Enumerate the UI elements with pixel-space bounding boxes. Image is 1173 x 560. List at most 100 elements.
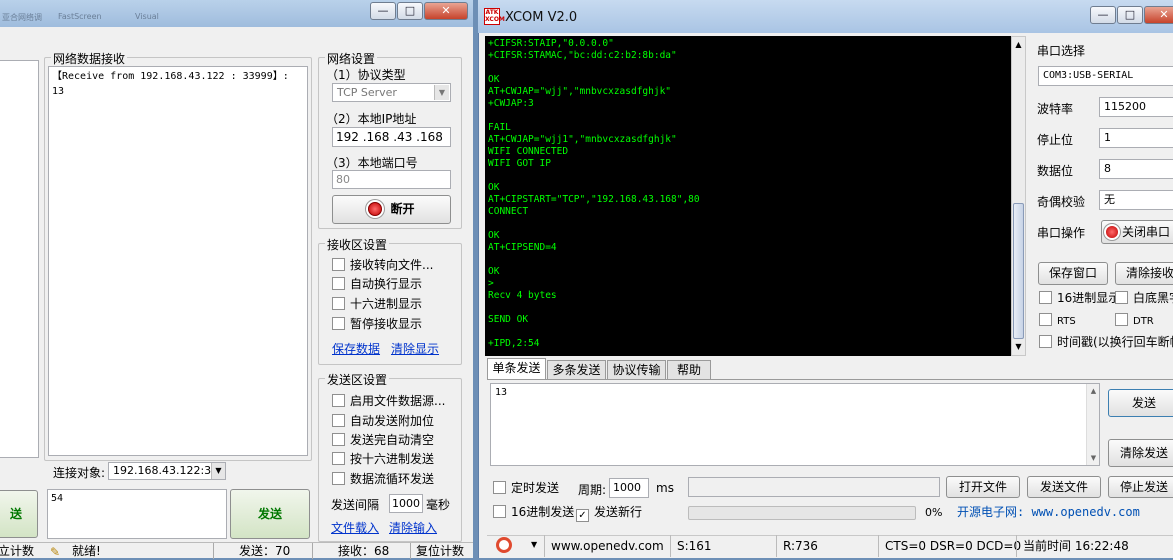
recv-option-hex[interactable]: 十六进制显示 [332,297,422,311]
ip-label: （2）本地IP地址 [326,112,417,126]
baud-select[interactable]: 115200 [1099,97,1173,117]
received-data-area[interactable]: 【Receive from 192.168.43.122 : 33999】: 1… [48,66,308,456]
checkbox-icon [332,297,345,310]
clear-input-link[interactable]: 清除输入 [389,519,437,536]
terminal-scrollbar[interactable]: ▲ ▼ [1011,36,1026,356]
tab-protocol[interactable]: 协议传输 [607,360,666,379]
close-port-button[interactable]: 关闭串口 [1101,220,1173,244]
send-option-loop[interactable]: 数据流循环发送 [332,472,434,486]
tab-multi-send[interactable]: 多条发送 [547,360,606,379]
recv-option-pause[interactable]: 暂停接收显示 [332,317,422,331]
maximize-button[interactable]: □ [397,2,423,20]
status-sent: S:161 [670,535,774,557]
scroll-up-icon[interactable]: ▲ [1012,37,1025,53]
send-option-hex[interactable]: 按十六进制发送 [332,452,434,466]
dtr-checkbox[interactable]: DTR [1115,313,1154,329]
disconnect-button[interactable]: 断开 [332,195,451,224]
terminal-line: OK [488,266,500,277]
scroll-up-icon[interactable]: ▲ [1087,384,1100,398]
status-recv-count: 接收：68 [312,543,410,559]
checkbox-icon [1115,313,1128,326]
checkbox-icon [332,452,345,465]
left-title-fragment-2: FastScreen [58,12,102,21]
stop-send-button[interactable]: 停止发送 [1108,476,1173,498]
recv-option-file[interactable]: 接收转向文件... [332,258,433,272]
checkbox-icon [332,414,345,427]
xcom-maximize-button[interactable]: □ [1117,6,1143,24]
chevron-down-icon[interactable]: ▼ [531,540,537,549]
clear-display-link[interactable]: 清除显示 [391,340,439,357]
minimize-button[interactable]: — [370,2,396,20]
reset-count-button[interactable]: 复位计数 [410,543,473,559]
send-button[interactable]: 发送 [230,489,310,539]
left-title-fragment-1: 亚合网络调 [2,13,42,22]
send-input[interactable]: 54 [47,489,227,539]
terminal-line: CONNECT [488,206,529,217]
checkbox-icon [332,394,345,407]
ip-field[interactable]: 192 .168 .43 .168 [332,127,451,147]
timestamp-checkbox[interactable]: 时间戳(以换行回车断帧) [1039,335,1173,349]
rts-label: RTS [1057,316,1076,327]
send-newline-label: 发送新行 [594,505,643,519]
xcom-minimize-button[interactable]: — [1090,6,1116,24]
checkbox-icon [1039,313,1052,326]
send-option-label: 自动发送附加位 [350,414,435,428]
send-settings-title: 发送区设置 [325,371,390,388]
receive-terminal[interactable]: +CIFSR:STAIP,"0.0.0.0" +CIFSR:STAMAC,"bc:… [485,36,1011,356]
clear-recv-button[interactable]: 清除接收 [1115,262,1173,285]
send-option-append[interactable]: 自动发送附加位 [332,414,434,428]
status-url[interactable]: www.openedv.com [544,535,668,557]
left-title-bar: 亚合网络调 FastScreen Visual — □ ✕ [0,0,473,27]
save-window-button[interactable]: 保存窗口 [1038,262,1108,285]
send-option-autoclear[interactable]: 发送完自动清空 [332,433,434,447]
open-file-button[interactable]: 打开文件 [946,476,1020,498]
settings-gear-icon[interactable] [496,537,512,553]
atk-logo: ATK XCOM [484,8,505,25]
protocol-select[interactable]: TCP Server ▼ [332,83,451,102]
scroll-thumb[interactable] [1013,203,1024,339]
xcom-send-input[interactable]: 13 [490,383,1100,466]
terminal-line: +CIFSR:STAMAC,"bc:dd:c2:b2:8b:da" [488,50,677,61]
checkbox-icon [332,472,345,485]
recv-option-label: 接收转向文件... [350,258,434,272]
interval-field[interactable]: 1000 [389,494,423,513]
parity-select[interactable]: 无 [1099,190,1173,210]
connect-target-select[interactable]: 192.168.43.122:339 ▼ [108,462,226,480]
checkbox-icon [1039,291,1052,304]
terminal-line: SEND OK [488,314,529,325]
file-load-link[interactable]: 文件载入 [331,519,379,536]
white-black-checkbox[interactable]: 白底黑字 [1115,291,1173,305]
file-path-field[interactable] [688,477,940,497]
clear-send-button[interactable]: 清除发送 [1108,439,1173,467]
net-assistant-window: 亚合网络调 FastScreen Visual — □ ✕ 网络数据接收 【Re… [0,0,473,559]
send-input-scrollbar[interactable]: ▲ ▼ [1086,384,1099,465]
close-button[interactable]: ✕ [424,2,468,20]
timed-send-checkbox[interactable]: 定时发送 [493,481,559,495]
port-field[interactable]: 80 [332,170,451,189]
left-partial-send-button[interactable]: 送 [0,490,38,538]
send-option-file[interactable]: 启用文件数据源... [332,394,445,408]
status-time: 当前时间 16:22:48 [1016,535,1173,557]
save-data-link[interactable]: 保存数据 [332,340,380,357]
period-field[interactable]: 1000 [609,478,649,498]
stop-bits-select[interactable]: 1 [1099,128,1173,148]
scroll-down-icon[interactable]: ▼ [1012,339,1025,355]
port-select[interactable]: COM3:USB-SERIAL [1038,66,1173,86]
interval-unit: 毫秒 [426,498,451,512]
hex-display-checkbox[interactable]: 16进制显示 [1039,291,1120,305]
rts-checkbox[interactable]: RTS [1039,313,1076,329]
send-file-button[interactable]: 发送文件 [1027,476,1101,498]
protocol-label: （1）协议类型 [326,68,406,82]
recv-option-wrap[interactable]: 自动换行显示 [332,277,422,291]
send-newline-checkbox[interactable]: ✓ 发送新行 [576,505,642,522]
tab-single-send[interactable]: 单条发送 [487,358,546,380]
data-bits-select[interactable]: 8 [1099,159,1173,179]
terminal-line: AT+CWJAP="wjj1","mnbvcxzasdfghjk" [488,134,677,145]
xcom-close-button[interactable]: ✕ [1144,6,1173,24]
hex-send-checkbox[interactable]: 16进制发送 [493,505,574,519]
scroll-down-icon[interactable]: ▼ [1087,451,1100,465]
tab-help[interactable]: 帮助 [667,360,711,379]
terminal-line: OK [488,74,500,85]
xcom-send-button[interactable]: 发送 [1108,389,1173,417]
